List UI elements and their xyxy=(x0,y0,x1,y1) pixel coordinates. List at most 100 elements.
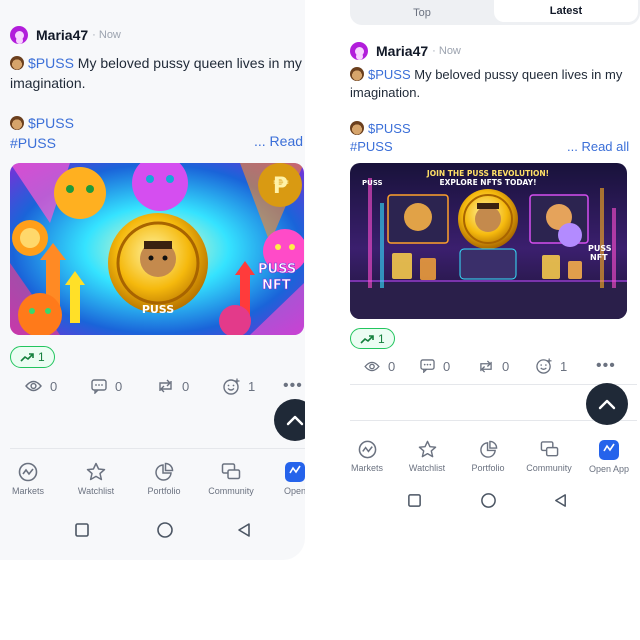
portfolio-icon xyxy=(479,440,497,458)
views-stat[interactable]: 0 xyxy=(25,379,91,394)
trend-badge[interactable]: 1 xyxy=(350,328,395,349)
avatar[interactable] xyxy=(350,42,368,60)
comments-count: 0 xyxy=(443,358,451,374)
ticker-link[interactable]: $PUSS xyxy=(28,115,74,131)
more-icon[interactable]: ••• xyxy=(283,377,303,395)
bottom-nav: Markets Watchlist Portfolio Community Op… xyxy=(340,440,636,474)
nav-label: Markets xyxy=(11,486,44,496)
post-image[interactable]: ₱ PUSS PUSS NFT xyxy=(10,163,304,335)
circle-icon[interactable] xyxy=(156,521,174,539)
android-nav-bar xyxy=(407,492,568,509)
nav-markets[interactable]: Markets xyxy=(0,462,56,496)
trend-up-icon xyxy=(20,353,34,362)
nft-illustration: JOIN THE PUSS REVOLUTION! EXPLORE NFTS T… xyxy=(350,163,627,319)
screenshot-stage: Maria47 · Now $PUSS My beloved pussy que… xyxy=(0,0,640,640)
nav-community[interactable]: Community xyxy=(516,440,582,474)
post-image[interactable]: JOIN THE PUSS REVOLUTION! EXPLORE NFTS T… xyxy=(350,163,627,319)
post-text: $PUSS My beloved pussy queen lives in my… xyxy=(10,53,302,93)
nav-label: Portfolio xyxy=(147,486,181,496)
more-icon[interactable]: ••• xyxy=(596,357,616,375)
hashtag-link[interactable]: #PUSS xyxy=(350,138,393,156)
nav-portfolio[interactable]: Portfolio xyxy=(460,440,516,474)
nav-label: Watchlist xyxy=(408,463,446,473)
nav-community[interactable]: Community xyxy=(192,462,270,496)
cat-emoji-icon xyxy=(350,67,364,81)
nav-watchlist[interactable]: Watchlist xyxy=(56,462,136,496)
views-stat[interactable]: 0 xyxy=(364,359,420,374)
views-count: 0 xyxy=(388,358,396,374)
read-all-link[interactable]: ... Read xyxy=(254,133,303,149)
repost-icon xyxy=(159,379,172,393)
comment-icon xyxy=(420,359,435,373)
community-icon xyxy=(540,441,558,457)
portfolio-icon xyxy=(155,462,174,481)
markets-icon xyxy=(358,440,376,459)
nav-label: Open App xyxy=(588,464,630,474)
nav-label: Open xyxy=(283,486,305,496)
trend-count: 1 xyxy=(378,331,385,346)
arrow-up-icon xyxy=(286,415,304,426)
square-icon[interactable] xyxy=(74,522,90,538)
svg-text:EXPLORE NFTS TODAY!: EXPLORE NFTS TODAY! xyxy=(440,178,537,187)
repost-icon xyxy=(480,359,492,373)
tab-latest[interactable]: Latest xyxy=(494,0,638,22)
hashtag-link[interactable]: #PUSS xyxy=(10,133,56,153)
username[interactable]: Maria47 xyxy=(36,27,88,43)
android-nav-bar xyxy=(74,521,252,539)
scroll-to-top-button[interactable] xyxy=(586,383,628,425)
community-icon xyxy=(221,463,241,480)
nav-label: Watchlist xyxy=(77,486,115,496)
username[interactable]: Maria47 xyxy=(376,43,428,59)
nav-portfolio[interactable]: Portfolio xyxy=(136,462,192,496)
svg-text:NFT: NFT xyxy=(262,278,291,293)
comment-icon xyxy=(91,378,107,394)
nav-watchlist[interactable]: Watchlist xyxy=(394,440,460,474)
post-time: · Now xyxy=(92,29,121,41)
post-ticker-line: $PUSS xyxy=(10,113,74,133)
comments-stat[interactable]: 0 xyxy=(420,359,478,374)
likes-stat[interactable]: 1 xyxy=(536,358,596,374)
comments-count: 0 xyxy=(115,378,123,394)
circle-icon[interactable] xyxy=(480,492,497,509)
post-time: · Now xyxy=(432,45,461,57)
reposts-stat[interactable]: 0 xyxy=(478,359,536,374)
ticker-link[interactable]: $PUSS xyxy=(368,121,411,136)
eye-icon xyxy=(25,380,42,392)
divider xyxy=(350,384,637,385)
star-icon xyxy=(86,462,106,481)
svg-text:PUSS: PUSS xyxy=(362,179,383,187)
reposts-stat[interactable]: 0 xyxy=(157,379,223,394)
post-header: Maria47 · Now xyxy=(350,42,461,60)
square-icon[interactable] xyxy=(407,493,422,508)
likes-count: 1 xyxy=(560,358,568,374)
comments-stat[interactable]: 0 xyxy=(91,379,157,394)
nav-label: Community xyxy=(208,486,254,496)
trend-badge[interactable]: 1 xyxy=(10,346,55,368)
like-icon xyxy=(536,358,552,374)
reposts-count: 0 xyxy=(182,378,190,394)
svg-text:NFT: NFT xyxy=(590,253,608,262)
markets-icon xyxy=(18,462,38,482)
nav-markets[interactable]: Markets xyxy=(340,440,394,474)
svg-text:₱: ₱ xyxy=(273,174,289,199)
back-icon[interactable] xyxy=(553,493,568,508)
back-icon[interactable] xyxy=(236,522,252,538)
nft-illustration: ₱ PUSS PUSS NFT xyxy=(10,163,304,335)
arrow-up-icon xyxy=(598,399,616,410)
cat-emoji-icon xyxy=(10,116,24,130)
reposts-count: 0 xyxy=(502,358,510,374)
svg-text:PUSS: PUSS xyxy=(588,244,612,253)
avatar[interactable] xyxy=(10,26,28,44)
cat-emoji-icon xyxy=(350,121,364,135)
likes-stat[interactable]: 1 xyxy=(223,378,283,395)
left-phone-screen: Maria47 · Now $PUSS My beloved pussy que… xyxy=(0,0,305,560)
ticker-link[interactable]: $PUSS xyxy=(28,55,74,71)
nav-open-app[interactable]: Open App xyxy=(582,440,636,474)
trend-up-icon xyxy=(360,334,374,344)
read-all-link[interactable]: ... Read all xyxy=(567,139,629,154)
like-icon xyxy=(223,378,240,395)
nav-open-app[interactable]: Open xyxy=(270,462,305,496)
tab-top[interactable]: Top xyxy=(350,0,494,25)
nav-label: Portfolio xyxy=(471,463,505,473)
ticker-link[interactable]: $PUSS xyxy=(368,67,411,82)
